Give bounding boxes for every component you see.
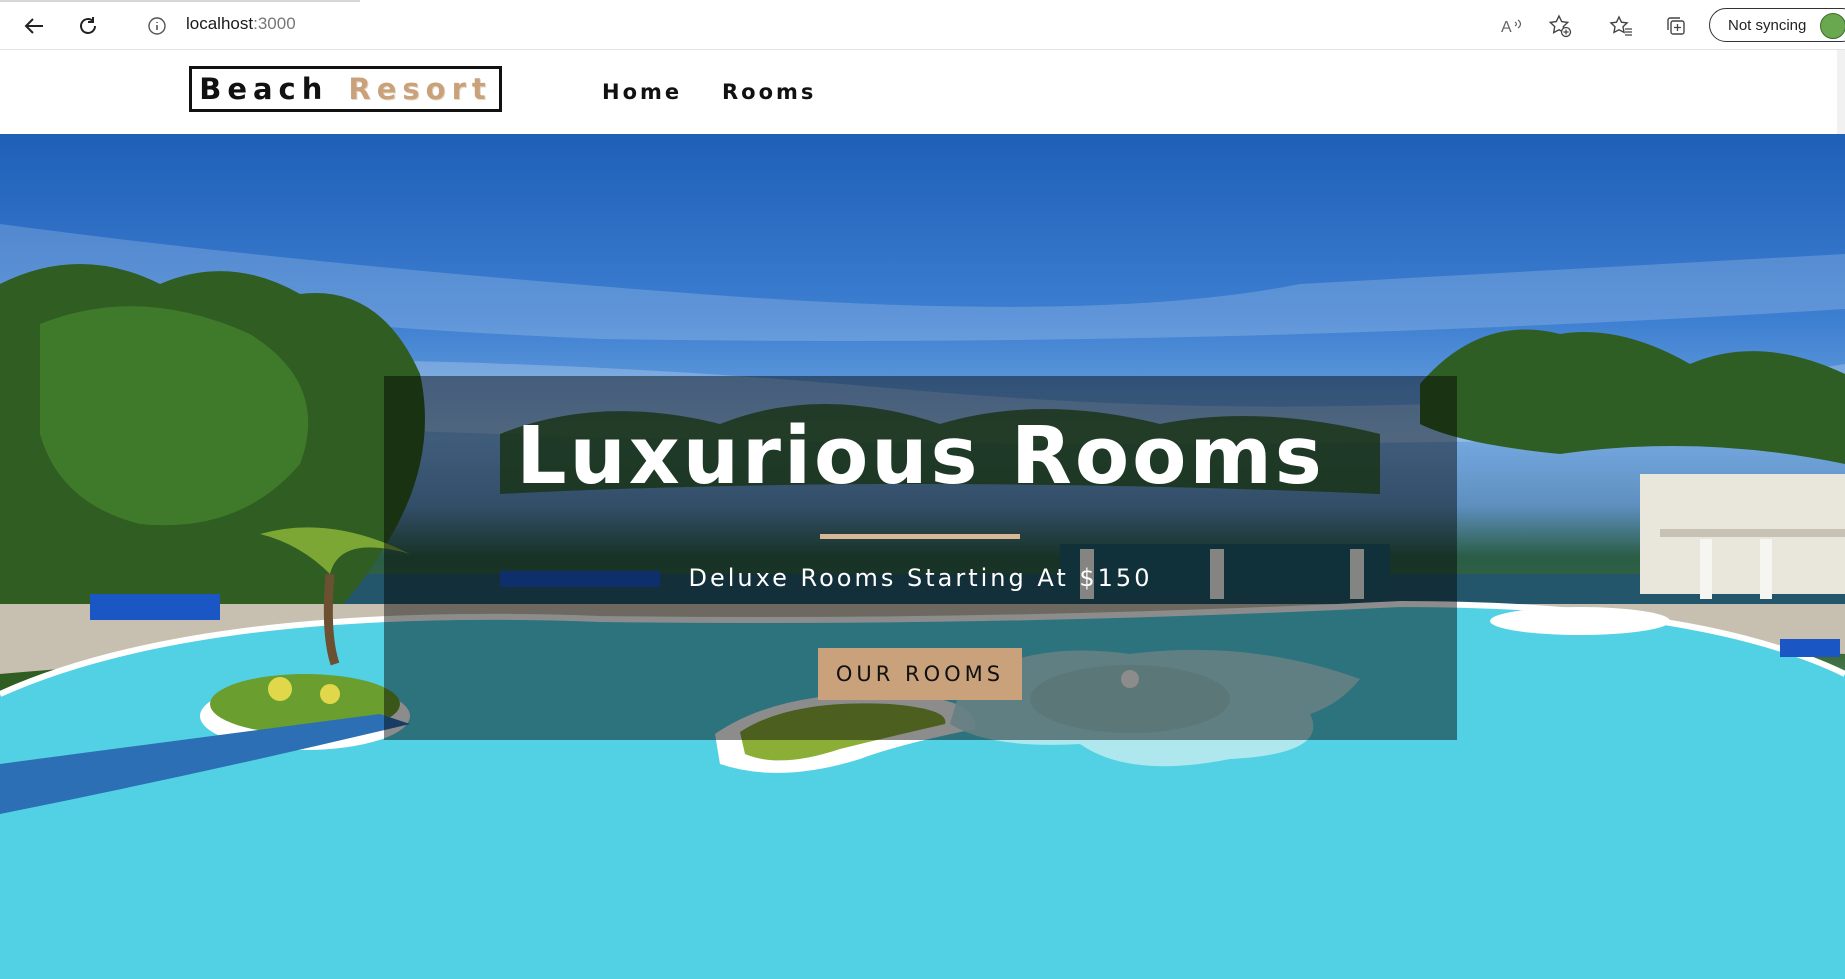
url-host: localhost: [186, 14, 254, 33]
refresh-icon: [80, 17, 96, 34]
back-button[interactable]: [18, 10, 50, 42]
our-rooms-button[interactable]: OUR ROOMS: [818, 648, 1022, 700]
read-aloud-button[interactable]: A: [1497, 10, 1529, 42]
favorites-icon: [1609, 15, 1632, 36]
site-info-button[interactable]: [141, 10, 173, 42]
info-icon: [148, 17, 166, 35]
profile-sync-button[interactable]: Not syncing: [1709, 8, 1845, 42]
hero-title-underline: [820, 534, 1020, 539]
hero-section: Luxurious Rooms Deluxe Rooms Starting At…: [0, 134, 1845, 979]
hero-subtitle: Deluxe Rooms Starting At $150: [688, 564, 1153, 592]
add-favorite-icon: [1548, 14, 1572, 38]
site-navbar: Beach Resort Home Rooms: [0, 50, 1845, 134]
address-bar[interactable]: localhost:3000: [186, 14, 296, 34]
logo-word-resort: Resort: [348, 72, 492, 106]
collections-icon: [1667, 17, 1685, 35]
url-port: :3000: [253, 14, 296, 33]
hero-banner: Luxurious Rooms Deluxe Rooms Starting At…: [384, 376, 1457, 740]
browser-toolbar: localhost:3000 A Not syncing: [0, 0, 1845, 50]
nav-link-home[interactable]: Home: [602, 80, 682, 104]
tab-strip-edge: [0, 0, 360, 2]
hero-title: Luxurious Rooms: [516, 410, 1325, 502]
refresh-button[interactable]: [72, 10, 104, 42]
read-aloud-icon: A: [1501, 19, 1522, 36]
site-logo[interactable]: Beach Resort: [189, 66, 502, 112]
logo-word-beach: Beach: [199, 72, 329, 106]
favorites-button[interactable]: [1605, 10, 1637, 42]
add-favorite-button[interactable]: [1544, 10, 1576, 42]
sync-label: Not syncing: [1728, 16, 1807, 34]
svg-text:A: A: [1501, 19, 1512, 36]
nav-link-rooms[interactable]: Rooms: [722, 80, 816, 104]
collections-button[interactable]: [1660, 10, 1692, 42]
profile-avatar-icon: [1820, 13, 1845, 39]
back-arrow-icon: [24, 18, 43, 34]
